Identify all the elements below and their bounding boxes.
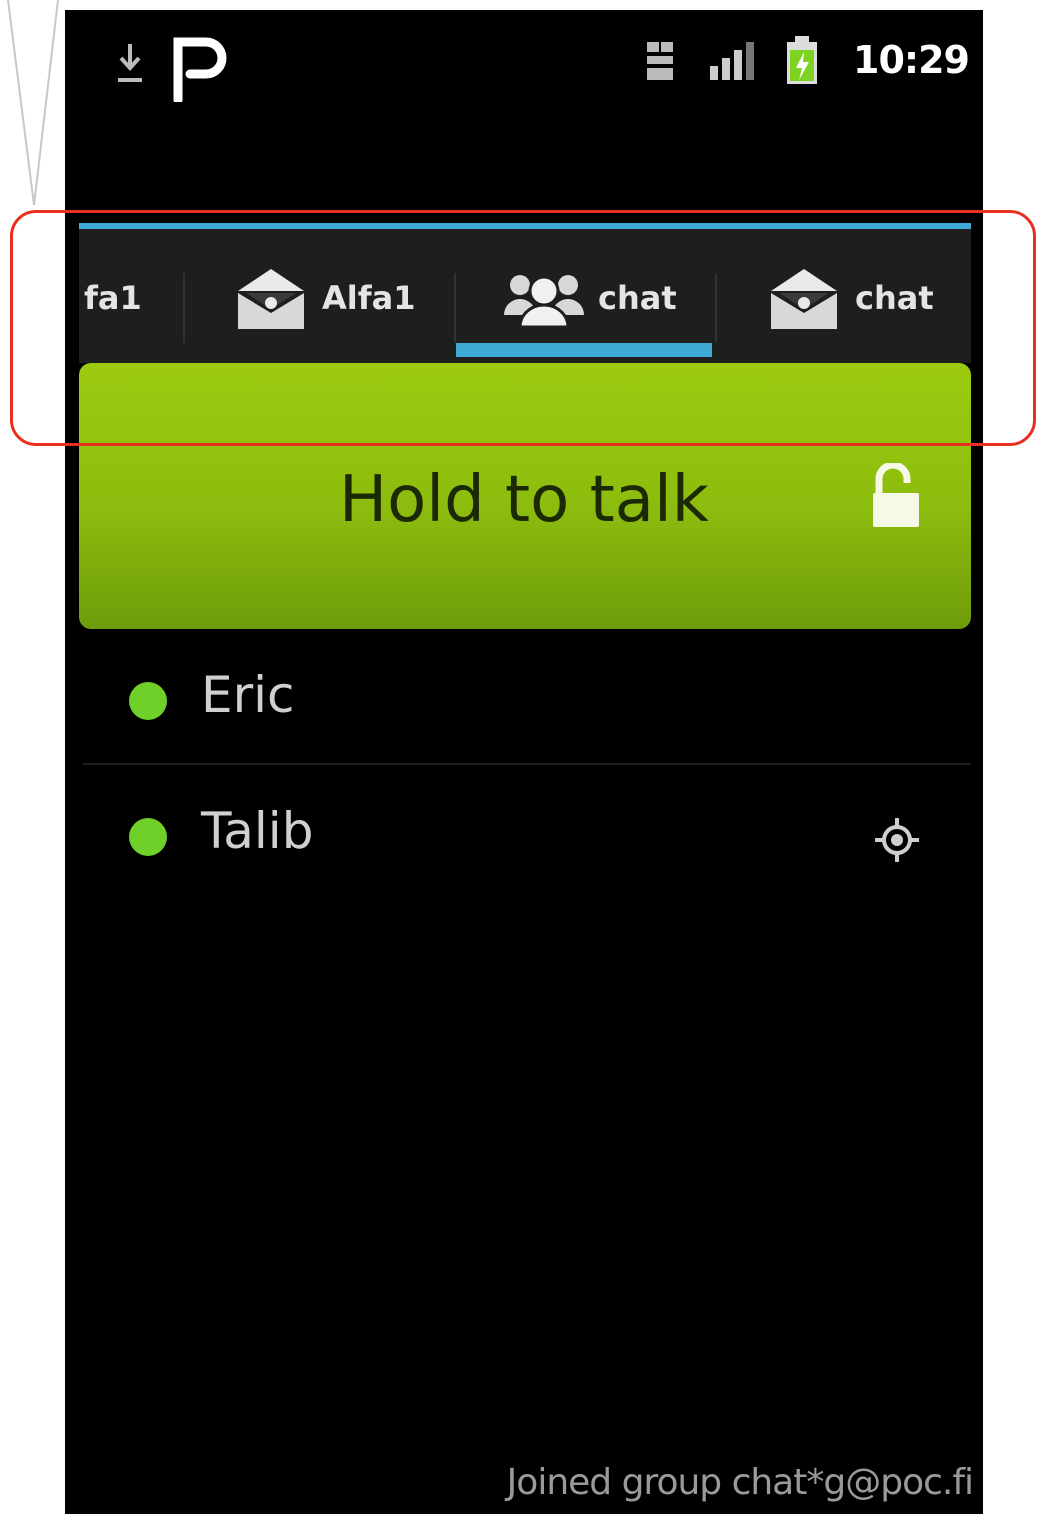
tab-fa1[interactable]: fa1 [84, 243, 142, 353]
online-status-dot [129, 682, 167, 720]
status-message: Joined group chat*g@poc.fi [506, 1462, 974, 1503]
tab-strip: fa1 Alfa1 chat chat [79, 223, 971, 363]
group-icon [504, 275, 584, 329]
tab-alfa1[interactable]: Alfa1 [234, 243, 416, 353]
battery-charging-icon [787, 36, 817, 84]
tab-divider [454, 273, 456, 343]
lock-open-icon[interactable] [869, 463, 923, 529]
tab-divider [715, 273, 717, 343]
tab-label: chat [855, 279, 934, 317]
tab-label: chat [598, 279, 677, 317]
phone-screen: 10:29 fa1 Alfa1 chat chat Hold to talk E… [65, 10, 983, 1514]
signal-strength-icon [710, 42, 754, 80]
hold-to-talk-label: Hold to talk [339, 463, 709, 537]
status-bar: 10:29 [65, 10, 983, 110]
tab-label: Alfa1 [322, 279, 416, 317]
member-row[interactable]: Talib [65, 766, 983, 896]
app-logo-icon [173, 37, 227, 102]
member-row[interactable]: Eric [65, 630, 983, 760]
selected-tab-indicator [456, 343, 712, 357]
location-target-icon[interactable] [873, 816, 921, 864]
envelope-icon [771, 269, 837, 329]
tab-chat[interactable]: chat [767, 243, 934, 353]
tab-divider [183, 273, 185, 343]
member-name: Eric [201, 666, 295, 724]
member-name: Talib [201, 802, 314, 860]
hold-to-talk-button[interactable]: Hold to talk [79, 363, 971, 629]
online-status-dot [129, 818, 167, 856]
network-3g-icon [647, 42, 673, 80]
tab-strip-accent-line [79, 223, 971, 229]
clock: 10:29 [853, 38, 970, 82]
download-icon [118, 44, 142, 82]
envelope-icon [238, 269, 304, 329]
tab-chat-group[interactable]: chat [504, 243, 677, 353]
tab-label: fa1 [84, 279, 142, 317]
list-divider [83, 763, 971, 765]
